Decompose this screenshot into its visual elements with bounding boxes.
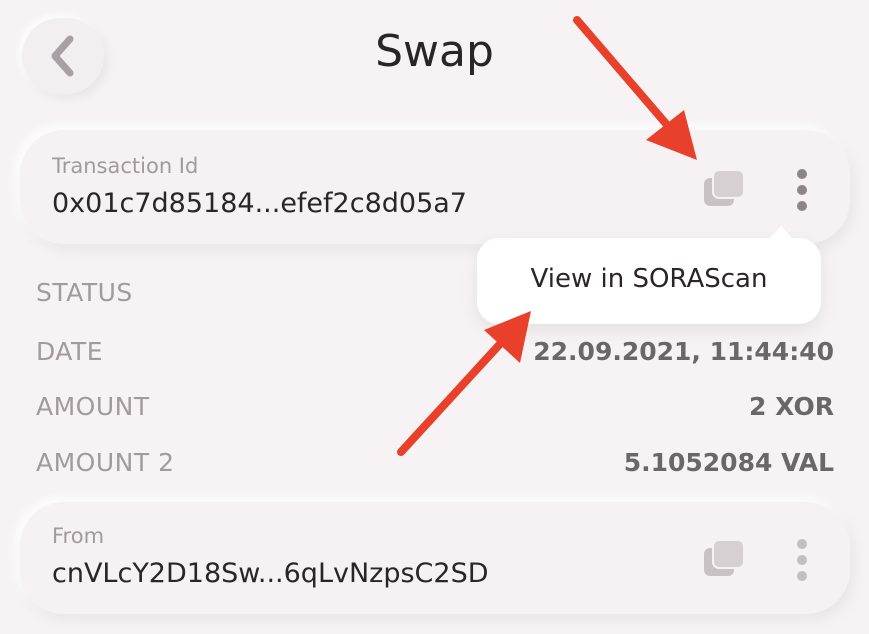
annotation-arrows xyxy=(397,16,697,456)
arrow-to-menu-icon xyxy=(573,16,697,160)
arrow-to-popup xyxy=(397,311,531,456)
